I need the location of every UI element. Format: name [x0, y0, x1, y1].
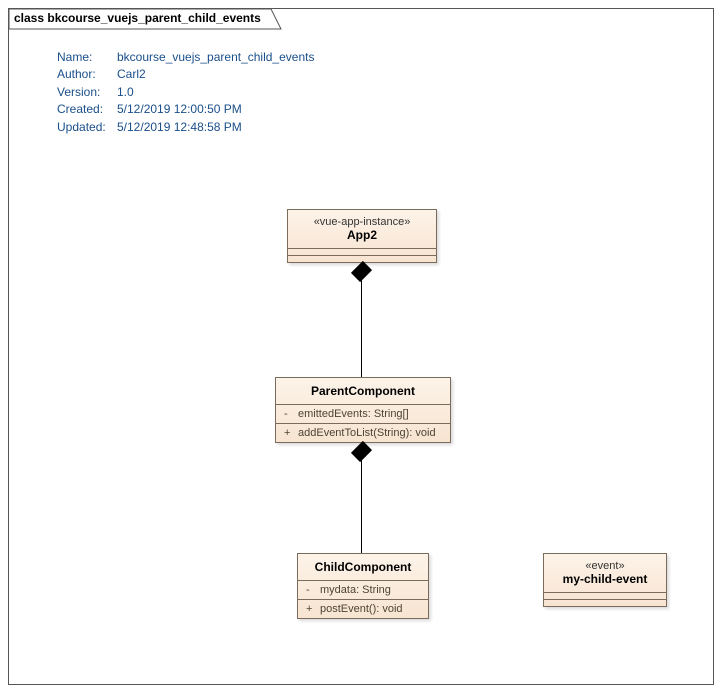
connector-parent-child: [361, 447, 362, 553]
child-op-visibility: +: [306, 603, 320, 615]
class-my-child-event[interactable]: «event» my-child-event: [543, 553, 667, 607]
class-app2-stereotype: «vue-app-instance»: [298, 216, 426, 228]
class-app2[interactable]: «vue-app-instance» App2: [287, 209, 437, 263]
connector-app2-parent: [361, 267, 362, 377]
class-event-stereotype: «event»: [554, 560, 656, 572]
class-parent-component[interactable]: ParentComponent - emittedEvents: String[…: [275, 377, 451, 443]
child-op: postEvent(): void: [320, 603, 403, 615]
child-attr-visibility: -: [306, 584, 320, 596]
diagram-frame: class bkcourse_vuejs_parent_child_events…: [8, 8, 714, 685]
class-child-component[interactable]: ChildComponent - mydata: String + postEv…: [297, 553, 429, 619]
class-app2-name: App2: [298, 228, 426, 242]
meta-version-value: 1.0: [117, 84, 134, 101]
meta-updated-value: 5/12/2019 12:48:58 PM: [117, 119, 242, 136]
parent-op: addEventToList(String): void: [298, 427, 436, 439]
class-event-name: my-child-event: [554, 572, 656, 586]
meta-name-label: Name:: [57, 49, 117, 66]
parent-op-visibility: +: [284, 427, 298, 439]
diagram-title: class bkcourse_vuejs_parent_child_events: [14, 11, 261, 25]
meta-updated-label: Updated:: [57, 119, 117, 136]
meta-name-value: bkcourse_vuejs_parent_child_events: [117, 49, 314, 66]
parent-attr-visibility: -: [284, 408, 298, 420]
class-child-name: ChildComponent: [308, 560, 418, 574]
meta-author-label: Author:: [57, 66, 117, 83]
meta-created-label: Created:: [57, 101, 117, 118]
meta-created-value: 5/12/2019 12:00:50 PM: [117, 101, 242, 118]
diagram-metadata: Name: bkcourse_vuejs_parent_child_events…: [57, 49, 314, 136]
meta-version-label: Version:: [57, 84, 117, 101]
parent-attr: emittedEvents: String[]: [298, 408, 409, 420]
child-attr: mydata: String: [320, 584, 391, 596]
class-parent-name: ParentComponent: [286, 384, 440, 398]
meta-author-value: Carl2: [117, 66, 146, 83]
